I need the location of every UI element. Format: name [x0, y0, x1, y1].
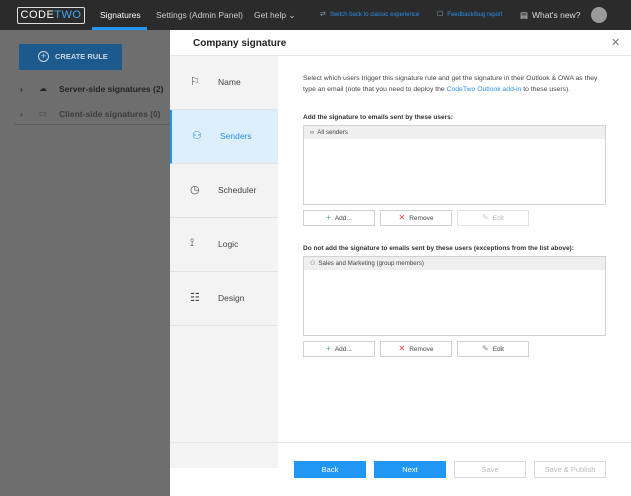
switch-classic-label: Switch back to classic experience — [329, 12, 420, 18]
add-label: Add... — [334, 346, 352, 353]
background-page: + CREATE RULE › ☁ Server-side signatures … — [0, 30, 170, 496]
list-item[interactable]: ∞ All senders — [304, 126, 605, 139]
step-name[interactable]: ⚐ Name — [170, 56, 278, 110]
step-label: Senders — [220, 131, 252, 141]
infinity-icon: ∞ — [310, 130, 315, 136]
save-button[interactable]: Save — [454, 461, 526, 478]
avatar[interactable] — [591, 7, 607, 23]
step-label: Design — [218, 293, 245, 303]
feedback-link[interactable]: ☐ Feedback/bug report — [437, 0, 503, 30]
edit-label: Edit — [492, 215, 504, 222]
monitor-icon: ▭ — [39, 109, 47, 118]
nav-settings[interactable]: Settings (Admin Panel) — [156, 0, 243, 30]
remove-label: Remove — [409, 215, 434, 222]
logo-text-code: CODE — [20, 9, 55, 21]
add-label: Add... — [334, 215, 352, 222]
signpost-icon: ⚐ — [190, 76, 200, 88]
cloud-icon: ☁ — [39, 84, 47, 93]
wizard-steps: ⚐ Name ⚇ Senders ◷ Scheduler ⟟ Logic ☷ D… — [170, 56, 278, 468]
include-add-button[interactable]: + Add... — [303, 210, 375, 226]
switch-icon: ⇄ — [320, 11, 326, 18]
codetwo-logo[interactable]: CODETWO — [17, 7, 85, 24]
nav-get-help[interactable]: Get help ⌄ — [254, 0, 296, 30]
exclude-remove-button[interactable]: ✕ Remove — [380, 341, 452, 357]
pencil-icon: ✎ — [482, 213, 489, 222]
exclude-add-button[interactable]: + Add... — [303, 341, 375, 357]
switch-classic-link[interactable]: ⇄ Switch back to classic experience — [320, 0, 419, 30]
step-scheduler[interactable]: ◷ Scheduler — [170, 164, 278, 218]
senders-description: Select which users trigger this signatur… — [303, 73, 608, 95]
exclude-edit-button[interactable]: ✎ Edit — [457, 341, 529, 357]
exclude-senders-list[interactable]: ⚇ Sales and Marketing (group members) — [303, 256, 606, 336]
plus-icon: + — [326, 213, 331, 222]
chevron-right-icon: › — [20, 109, 23, 119]
next-button[interactable]: Next — [374, 461, 446, 478]
group-icon: ⚇ — [310, 261, 316, 267]
flow-icon: ⟟ — [190, 237, 195, 249]
top-bar: CODETWO Signatures Settings (Admin Panel… — [0, 0, 631, 30]
close-icon[interactable]: ✕ — [611, 36, 620, 49]
whats-new-icon: ▤ — [520, 10, 529, 20]
back-button[interactable]: Back — [294, 461, 366, 478]
chevron-right-icon: › — [20, 84, 23, 94]
nav-signatures[interactable]: Signatures — [100, 0, 141, 30]
feedback-icon: ☐ — [437, 11, 444, 18]
plus-icon: + — [326, 344, 331, 353]
layout-icon: ☷ — [190, 292, 200, 304]
list-item[interactable]: ⚇ Sales and Marketing (group members) — [304, 257, 605, 270]
create-rule-button[interactable]: + CREATE RULE — [19, 44, 122, 70]
step-label: Scheduler — [218, 185, 257, 195]
remove-icon: ✕ — [398, 344, 406, 353]
edit-label: Edit — [492, 346, 504, 353]
clock-icon: ◷ — [190, 184, 200, 196]
include-remove-button[interactable]: ✕ Remove — [380, 210, 452, 226]
tree-item-client-side[interactable]: › ▭ Client-side signatures (0) — [0, 103, 170, 125]
divider — [170, 442, 631, 443]
step-logic[interactable]: ⟟ Logic — [170, 218, 278, 272]
step-label: Logic — [218, 239, 239, 249]
step-design[interactable]: ☷ Design — [170, 272, 278, 326]
include-edit-button[interactable]: ✎ Edit — [457, 210, 529, 226]
users-icon: ⚇ — [192, 130, 202, 142]
senders-panel: Select which users trigger this signatur… — [278, 56, 631, 468]
logo-text-two: TWO — [54, 9, 82, 21]
include-senders-label: Add the signature to emails sent by thes… — [303, 114, 453, 121]
remove-label: Remove — [409, 346, 434, 353]
tree-item-server-side[interactable]: › ☁ Server-side signatures (2) — [0, 78, 170, 100]
save-publish-button[interactable]: Save & Publish — [534, 461, 606, 478]
whats-new-button[interactable]: ▤ What's new? — [520, 0, 580, 30]
list-item-label: All senders — [317, 129, 348, 136]
whats-new-label: What's new? — [532, 10, 581, 20]
rule-editor-dialog: Company signature ✕ ⚐ Name ⚇ Senders ◷ S… — [170, 30, 631, 496]
include-senders-list[interactable]: ∞ All senders — [303, 125, 606, 205]
tree-item-label: Server-side signatures (2) — [59, 84, 164, 94]
dialog-title: Company signature — [193, 38, 287, 49]
exclude-senders-label: Do not add the signature to emails sent … — [303, 245, 574, 252]
pencil-icon: ✎ — [482, 344, 489, 353]
step-label: Name — [218, 77, 241, 87]
list-item-label: Sales and Marketing (group members) — [318, 260, 424, 267]
tree-item-label: Client-side signatures (0) — [59, 109, 161, 119]
remove-icon: ✕ — [398, 213, 406, 222]
outlook-add-in-link[interactable]: CodeTwo Outlook add-in — [447, 86, 522, 93]
plus-circle-icon: + — [38, 51, 49, 62]
feedback-label: Feedback/bug report — [447, 12, 503, 18]
create-rule-label: CREATE RULE — [55, 52, 108, 61]
step-senders[interactable]: ⚇ Senders — [170, 110, 278, 164]
intro-text-b: to these users). — [521, 86, 571, 93]
